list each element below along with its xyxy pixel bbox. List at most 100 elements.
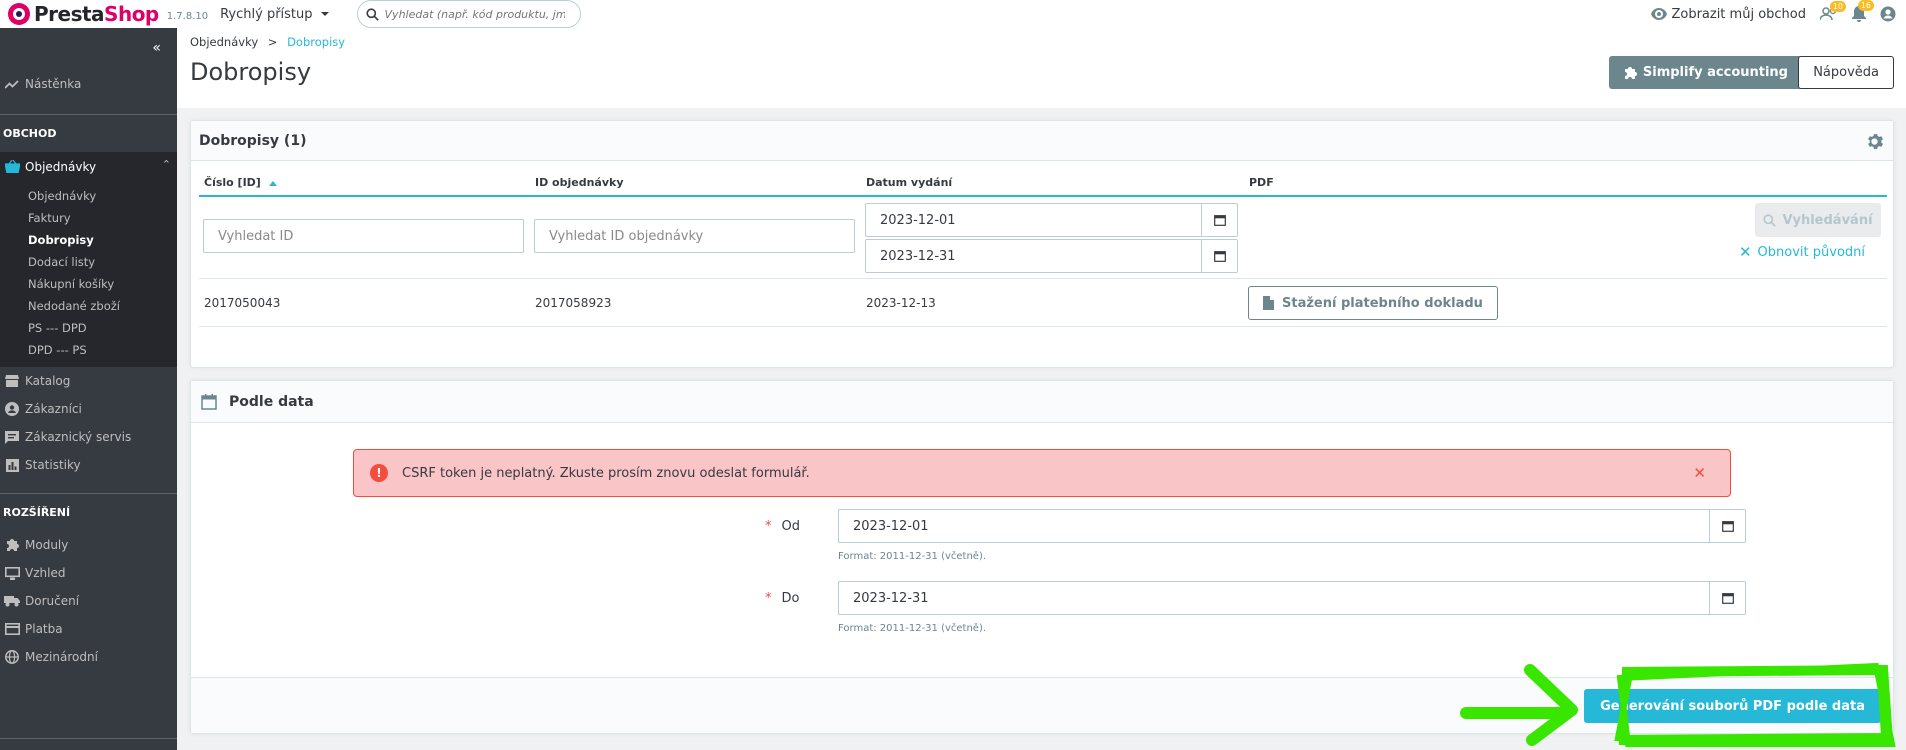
calendar-icon[interactable] [1709,582,1745,614]
submenu-item-dpd-ps[interactable]: DPD --- PS [0,339,177,361]
header-search[interactable] [356,0,581,28]
from-date-value: 2023-12-01 [853,518,929,534]
close-icon[interactable]: ✕ [1693,464,1706,482]
logo-text-presta: Presta [34,2,105,26]
column-header-order-id[interactable]: ID objednávky [530,176,861,189]
sidebar-section-shop: OBCHOD [0,114,177,152]
sidebar-item-shipping[interactable]: Doručení [0,587,177,615]
submenu-item-invoices[interactable]: Faktury [0,207,177,229]
to-date-value: 2023-12-31 [853,590,929,606]
sidebar-item-label: Doručení [25,594,80,608]
sidebar-item-modules[interactable]: Moduly [0,531,177,559]
header-right-tools: Zobrazit můj obchod 10 16 [1651,0,1896,28]
sort-ascending-icon[interactable] [268,180,277,186]
cell-date: 2023-12-13 [866,296,936,310]
gear-icon[interactable] [1866,133,1883,154]
bar-chart-icon [4,457,20,473]
cell-order-id: 2017058923 [535,296,612,310]
reset-filters-link[interactable]: ✕ Obnovit původní [1739,243,1865,261]
sidebar-item-label: Moduly [25,538,69,552]
sidebar-item-orders[interactable]: Objednávky ⌃ [0,152,177,181]
collapse-sidebar-icon[interactable]: « [152,40,161,56]
sidebar-item-stats[interactable]: Statistiky [0,451,177,479]
search-icon [1763,213,1777,227]
search-input[interactable] [384,7,565,21]
page-header: Objednávky > Dobropisy Dobropisy Simplif… [177,28,1906,108]
sidebar-item-label: Platba [25,622,63,636]
view-shop-label: Zobrazit můj obchod [1671,6,1806,22]
from-label-text: Od [781,519,800,534]
grid-search-button[interactable]: Vyhledávání [1755,203,1881,237]
notifications-bell[interactable]: 16 [1852,0,1874,22]
view-shop-link[interactable]: Zobrazit můj obchod [1651,7,1806,22]
help-button[interactable]: Nápověda [1798,56,1894,89]
csrf-error-alert: ! CSRF token je neplatný. Zkuste prosím … [353,449,1731,497]
column-header-number[interactable]: Číslo [ID] [199,176,530,189]
breadcrumb-separator: > [267,35,278,49]
sidebar-item-label: Vzhled [25,566,66,580]
filter-order-id-input[interactable]: Vyhledat ID objednávky [534,219,855,253]
date-from-value: 2023-12-01 [880,212,956,228]
download-credit-slip-button[interactable]: Stažení platebního dokladu [1248,286,1498,320]
sidebar-item-label: Nástěnka [25,77,82,91]
submenu-item-credit-slips[interactable]: Dobropisy [0,229,177,251]
customers-notification[interactable]: 10 [1820,1,1846,21]
calendar-icon[interactable] [1709,510,1745,542]
eye-icon [1651,8,1668,20]
breadcrumb-parent[interactable]: Objednávky [190,35,258,49]
submenu-item-orders[interactable]: Objednávky [0,185,177,207]
column-header-pdf: PDF [1249,176,1274,189]
to-date-input[interactable]: 2023-12-31 [838,581,1746,615]
grid-header: Dobropisy (1) [191,121,1893,161]
breadcrumb-current[interactable]: Dobropisy [287,35,345,49]
table-header: Číslo [ID] ID objednávky Datum vydání PD… [199,161,1887,197]
puzzle-icon [4,537,20,553]
submenu-item-delivery-slips[interactable]: Dodací listy [0,251,177,273]
sidebar-item-design[interactable]: Vzhled [0,559,177,587]
quick-access-dropdown[interactable]: Rychlý přístup [220,7,329,22]
calendar-icon[interactable] [1201,204,1237,236]
filter-row: Vyhledat ID Vyhledat ID objednávky 2023-… [199,197,1887,279]
sidebar-item-international[interactable]: Mezinárodní [0,643,177,671]
sidebar-item-label: Mezinárodní [25,650,98,664]
sidebar-item-catalog[interactable]: Katalog [0,367,177,395]
alert-message: CSRF token je neplatný. Zkuste prosím zn… [402,465,810,481]
top-header: PrestaShop 1.7.8.10 Rychlý přístup Zobra… [0,0,1906,28]
prestashop-logo[interactable]: PrestaShop [8,2,159,26]
sidebar-item-dashboard[interactable]: Nástěnka [0,70,177,98]
account-icon [1880,6,1896,22]
breadcrumb: Objednávky > Dobropisy [190,35,345,49]
version-label: 1.7.8.10 [166,10,209,22]
simplify-accounting-button[interactable]: Simplify accounting [1608,56,1802,89]
calendar-icon[interactable] [1201,240,1237,272]
column-header-date[interactable]: Datum vydání [861,176,1244,189]
close-icon: ✕ [1738,243,1752,261]
filter-date-from-input[interactable]: 2023-12-01 [865,203,1238,237]
file-icon [1263,296,1274,310]
from-date-input[interactable]: 2023-12-01 [838,509,1746,543]
sidebar-item-customer-service[interactable]: Zákaznický servis [0,423,177,451]
submenu-item-ps-dpd[interactable]: PS --- DPD [0,317,177,339]
cell-number: 2017050043 [204,296,281,310]
generate-pdf-by-date-button[interactable]: Generování souborů PDF podle data [1584,689,1881,723]
submenu-item-carts[interactable]: Nákupní košíky [0,273,177,295]
to-label-text: Do [781,591,800,606]
store-icon [4,373,20,389]
truck-icon [4,593,20,609]
filter-id-input[interactable]: Vyhledat ID [203,219,524,253]
account-menu[interactable] [1880,6,1896,22]
orders-submenu: Objednávky Faktury Dobropisy Dodací list… [0,181,177,367]
download-button-label: Stažení platebního dokladu [1282,295,1483,311]
column-label: Číslo [ID] [204,176,261,189]
trending-up-icon [4,76,20,92]
from-label: * Od [765,519,800,534]
filter-date-to-input[interactable]: 2023-12-31 [865,239,1238,273]
search-icon [365,7,379,21]
submenu-item-out-of-stock[interactable]: Nedodané zboží [0,295,177,317]
credit-slips-grid-card: Dobropisy (1) Číslo [ID] ID objednávky D… [190,120,1894,368]
simplify-button-label: Simplify accounting [1642,65,1788,80]
credit-card-icon [4,621,20,637]
sidebar-item-payment[interactable]: Platba [0,615,177,643]
sidebar-item-customers[interactable]: Zákazníci [0,395,177,423]
